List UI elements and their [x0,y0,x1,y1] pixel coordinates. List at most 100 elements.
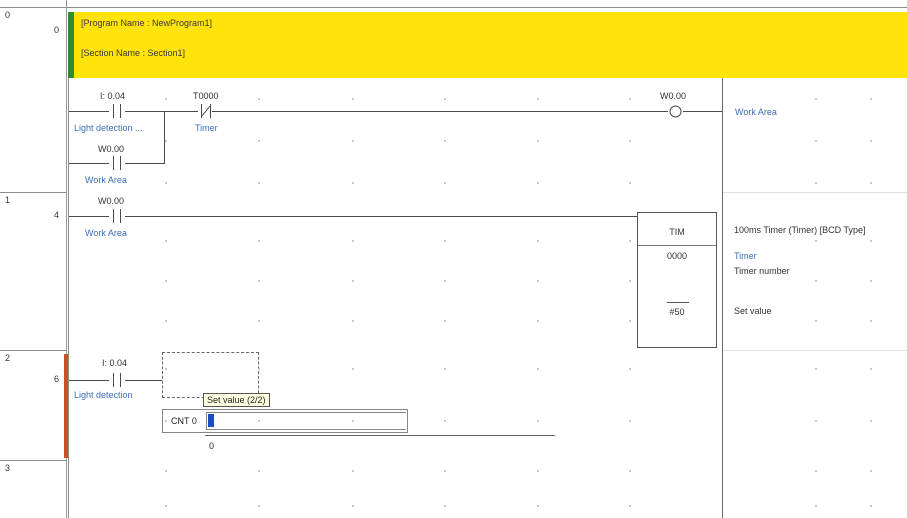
contact-comment: Work Area [85,175,127,185]
step-number: 6 [53,374,59,384]
contact-address: I: 0.04 [100,91,126,101]
rung0-wire [683,111,722,112]
grid-dot [815,420,817,422]
grid-dot [537,182,539,184]
instruction-description: 100ms Timer (Timer) [BCD Type] [734,225,866,235]
grid-dot [629,505,631,507]
grid-dot [537,240,539,242]
suggestion-list[interactable]: 0 [205,435,555,456]
grid-dot [629,368,631,370]
grid-dot [870,368,872,370]
operand-comment: Timer [734,251,757,261]
right-power-rail [722,78,723,518]
rung-number: 2 [5,353,11,363]
grid-dot [629,240,631,242]
program-name: [Program Name : NewProgram1] [81,18,213,28]
grid-dot [815,368,817,370]
coil-icon[interactable] [668,104,683,119]
contact-nc-icon[interactable] [198,104,214,118]
rung-header-3[interactable]: 3 [0,461,67,491]
grid-dot [444,140,446,142]
grid-dot [629,182,631,184]
tim-instruction-block[interactable]: TIM 0000 #50 [637,212,717,348]
grid-dot [537,140,539,142]
grid-separator [723,350,907,351]
grid-dot [165,470,167,472]
branch-wire [69,163,109,164]
grid-dot [258,320,260,322]
grid-dot [815,470,817,472]
section-name: [Section Name : Section1] [81,48,186,58]
grid-dot [352,470,354,472]
grid-dot [165,240,167,242]
grid-dot [258,98,260,100]
suggestion-item[interactable]: 0 [209,441,214,451]
contact-comment: Light detection [74,390,133,400]
grid-dot [352,140,354,142]
step-number: 0 [53,25,59,35]
grid-dot [165,420,167,422]
contact-comment: Timer [195,123,218,133]
grid-dot [870,505,872,507]
rung-gutter [0,0,67,518]
grid-dot [629,98,631,100]
operand-label: Timer number [734,266,790,276]
rung1-wire [69,216,109,217]
grid-dot [444,98,446,100]
cursor-cell[interactable] [162,352,259,398]
contact-comment: Work Area [85,228,127,238]
grid-dot [258,368,260,370]
grid-dot [165,182,167,184]
set-value-input[interactable] [206,412,406,430]
rung-number: 0 [5,10,11,20]
grid-dot [537,98,539,100]
grid-dot [629,280,631,282]
grid-dot [258,240,260,242]
grid-dot [870,420,872,422]
set-value-operand[interactable]: #50 [638,307,716,317]
contact-no-icon[interactable] [109,373,125,387]
grid-dot [870,240,872,242]
contact-no-icon[interactable] [109,156,125,170]
grid-dot [165,320,167,322]
grid-dot [352,182,354,184]
editor-instruction-label: CNT 0 [171,416,197,426]
banner-marker [68,12,74,78]
timer-number-operand[interactable]: 0000 [638,251,716,261]
rung2-wire [125,380,162,381]
grid-dot [870,320,872,322]
grid-dot [444,320,446,322]
rung-header-2[interactable]: 2 6 [0,351,67,384]
grid-dot [537,505,539,507]
rung0-wire [125,111,198,112]
rung-separator [0,7,907,8]
rung0-wire [212,111,668,112]
input-tooltip: Set value (2/2) [203,393,270,407]
rung-number: 3 [5,463,11,473]
grid-dot [444,470,446,472]
contact-address: W0.00 [98,196,125,206]
grid-dot [444,280,446,282]
grid-dot [537,470,539,472]
rung-header-0[interactable]: 0 0 [0,8,67,38]
rung1-wire [125,216,637,217]
contact-no-icon[interactable] [109,104,125,118]
instruction-mnemonic: TIM [669,227,685,237]
grid-dot [629,420,631,422]
contact-comment: Light detection ... [74,123,143,133]
instruction-editor[interactable]: CNT 0 [162,409,408,433]
grid-dot [815,182,817,184]
grid-dot [870,280,872,282]
grid-dot [870,140,872,142]
grid-dot [165,368,167,370]
grid-dot [165,98,167,100]
grid-dot [815,240,817,242]
grid-dot [165,140,167,142]
rung-header-1[interactable]: 1 4 [0,193,67,223]
contact-no-icon[interactable] [109,209,125,223]
grid-dot [537,368,539,370]
coil-address: W0.00 [660,91,687,101]
grid-dot [537,420,539,422]
grid-separator [723,192,907,193]
operand-label: Set value [734,306,772,316]
